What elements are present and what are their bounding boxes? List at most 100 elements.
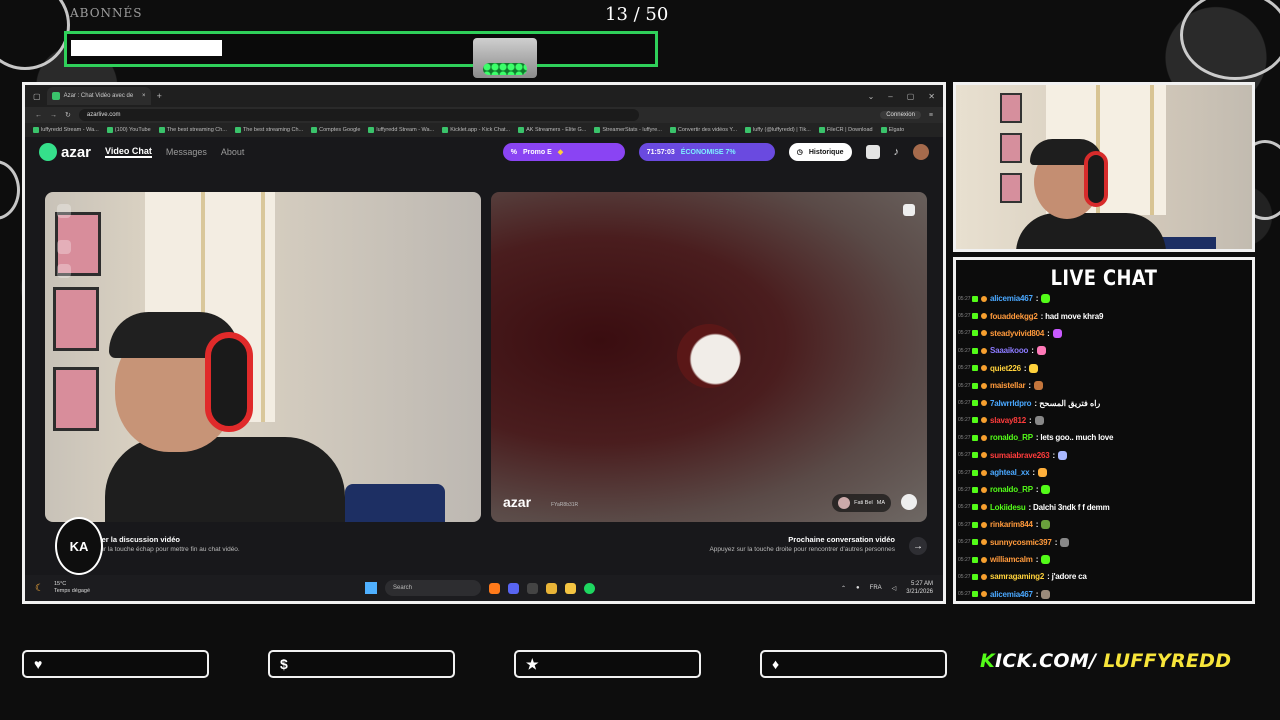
chat-username[interactable]: rinkarim844	[990, 520, 1033, 529]
filter-icon[interactable]	[57, 264, 71, 278]
chat-username[interactable]: aghteal_xx	[990, 468, 1030, 477]
historique-button[interactable]: ◷ Historique	[788, 143, 852, 161]
minimize-icon[interactable]: –	[888, 92, 892, 101]
connexion-button[interactable]: Connexion	[880, 111, 921, 119]
windows-start-icon[interactable]	[365, 582, 377, 594]
sub-badge-icon	[981, 486, 987, 493]
next-chat-action[interactable]: Prochaine conversation vidéo Appuyez sur…	[709, 535, 895, 553]
chat-username[interactable]: maistellar	[990, 381, 1026, 390]
bookmark-item[interactable]: Comptes Google	[311, 127, 360, 133]
chat-username[interactable]: ronaldo_RP	[990, 433, 1033, 442]
chat-username[interactable]: alicemia467	[990, 590, 1033, 599]
address-field[interactable]: azarlive.com	[78, 109, 639, 121]
next-arrow-icon[interactable]: →	[909, 537, 927, 555]
bookmark-item[interactable]: (100) YouTube	[106, 127, 151, 133]
weather-widget[interactable]: 15°C Temps dégagé	[54, 581, 90, 595]
report-icon[interactable]	[903, 204, 915, 216]
overlay-button-star[interactable]: ★	[514, 650, 701, 678]
bookmark-item[interactable]: FileCR | Download	[818, 127, 873, 133]
chrome-icon[interactable]	[546, 582, 557, 594]
overlay-button-drop[interactable]: ♦	[760, 650, 947, 678]
bookmark-item[interactable]: The best streaming Ch...	[234, 127, 303, 133]
taskbar-clock[interactable]: 5:27 AM 3/21/2026	[906, 580, 933, 596]
browser-menu-icon[interactable]: ≡	[929, 112, 933, 119]
chat-username[interactable]: sunnycosmic397	[990, 538, 1052, 547]
bookmark-favicon-icon	[518, 127, 525, 133]
new-tab-icon[interactable]: +	[157, 91, 162, 101]
explorer-icon[interactable]	[565, 582, 576, 594]
remote-user-chip[interactable]: Fati Bel MA	[832, 494, 891, 512]
forward-icon[interactable]: →	[50, 112, 57, 119]
promo-pill[interactable]: % Promo E ◆	[502, 143, 625, 161]
bookmark-favicon-icon	[818, 127, 825, 133]
volume-icon[interactable]: ◁	[892, 585, 897, 592]
chat-username[interactable]: fouaddekgg2	[990, 312, 1038, 321]
azar-logo[interactable]: azar	[39, 143, 91, 161]
chat-username[interactable]: steadyvivid804	[990, 329, 1044, 338]
discord-icon[interactable]	[508, 582, 519, 594]
chat-bubble-icon[interactable]	[901, 494, 917, 510]
chat-username[interactable]: ronaldo_RP	[990, 485, 1033, 494]
chat-time: 05:27	[958, 417, 971, 424]
close-window-icon[interactable]: ✕	[928, 92, 935, 101]
obs-icon[interactable]	[527, 582, 538, 594]
expand-icon[interactable]	[57, 204, 71, 218]
bookmark-item[interactable]: Kicklet.app - Kick Chat...	[442, 127, 510, 133]
nav-about[interactable]: About	[221, 147, 245, 157]
bookmark-item[interactable]: The best streaming Ch...	[158, 127, 227, 133]
tab-close-icon[interactable]: ×	[142, 93, 146, 99]
chat-username[interactable]: quiet226	[990, 364, 1021, 373]
nav-video-chat[interactable]: Video Chat	[105, 146, 152, 158]
chat-text: : راه فتريق المسحح	[1034, 398, 1101, 408]
mic-icon[interactable]: ●	[856, 585, 860, 591]
remote-video: azar FYaR8b31R Fati Bel MA	[491, 192, 927, 522]
bookmark-label: Comptes Google	[319, 127, 361, 133]
chat-username[interactable]: alicemia467	[990, 294, 1033, 303]
bookmark-item[interactable]: luffyredd Stream - Wa...	[33, 127, 99, 133]
bell-icon[interactable]: ♪	[894, 146, 900, 158]
maximize-icon[interactable]: ▢	[907, 92, 915, 101]
chat-username[interactable]: 7alwrrldpro	[990, 399, 1032, 408]
store-icon[interactable]	[865, 145, 880, 159]
shirt	[105, 437, 345, 522]
firefox-icon[interactable]	[489, 582, 500, 594]
overlay-button-heart[interactable]: ♥	[22, 650, 209, 678]
emote-icon	[1037, 468, 1047, 478]
overlay-button-dollar[interactable]: $	[268, 650, 455, 678]
end-chat-action[interactable]: her la discussion vidéo sur la touche éc…	[97, 535, 240, 553]
bookmark-item[interactable]: StreamerStats - luffyre...	[594, 127, 662, 133]
chat-username[interactable]: sumaiabrave263	[990, 451, 1050, 460]
language-indicator[interactable]: FRA	[870, 585, 882, 591]
chat-username[interactable]: Saaaikooo	[990, 346, 1028, 355]
spotify-icon[interactable]	[584, 582, 595, 594]
bookmark-favicon-icon	[669, 127, 676, 133]
bookmark-item[interactable]: Convertir des vidéos Y...	[669, 127, 737, 133]
live-chat-panel: LIVE CHAT 05:27 alicemia467: 05:27 fouaddek…	[953, 257, 1255, 604]
effects-icon[interactable]	[57, 240, 71, 254]
chat-list[interactable]: 05:27 alicemia467: 05:27 fouaddekgg2: had m…	[958, 290, 1252, 601]
chat-text: :	[1028, 381, 1031, 391]
taskbar-search[interactable]: Search	[385, 580, 481, 596]
chat-username[interactable]: samragaming2	[990, 572, 1044, 581]
browser-tab[interactable]: Azar : Chat Vidéo avec de ×	[46, 87, 151, 105]
tab-search-icon[interactable]: ⌄	[868, 92, 875, 101]
bookmark-item[interactable]: AK Streamers - Elite G...	[518, 127, 586, 133]
bookmark-item[interactable]: Elgato	[880, 127, 904, 133]
chat-username[interactable]: williamcalm	[990, 555, 1033, 564]
timer-pill[interactable]: 71:57:03 ÉCONOMISE 7%	[638, 143, 775, 161]
nav-messages[interactable]: Messages	[166, 147, 207, 157]
emote-icon	[1041, 520, 1051, 530]
chat-username[interactable]: Lokiidesu	[990, 503, 1026, 512]
reload-icon[interactable]: ↻	[65, 111, 71, 119]
kick-channel-link[interactable]: KICK.COM/ LUFFYREDD	[980, 650, 1231, 672]
tab-menu-icon[interactable]: ▢	[33, 92, 41, 101]
bookmark-label: luffyredd Stream - Wa...	[376, 127, 435, 133]
chat-message: 05:27 williamcalm:	[958, 551, 1252, 568]
avatar[interactable]	[913, 144, 929, 160]
chat-username[interactable]: slavay812	[990, 416, 1026, 425]
bookmark-item[interactable]: luffy (@luffyredd) | Tik...	[744, 127, 811, 133]
tray-chevron-icon[interactable]: ⌃	[841, 585, 846, 592]
deco-sketch	[0, 160, 20, 220]
bookmark-item[interactable]: luffyredd Stream - Wa...	[368, 127, 434, 133]
back-icon[interactable]: ←	[35, 112, 42, 119]
